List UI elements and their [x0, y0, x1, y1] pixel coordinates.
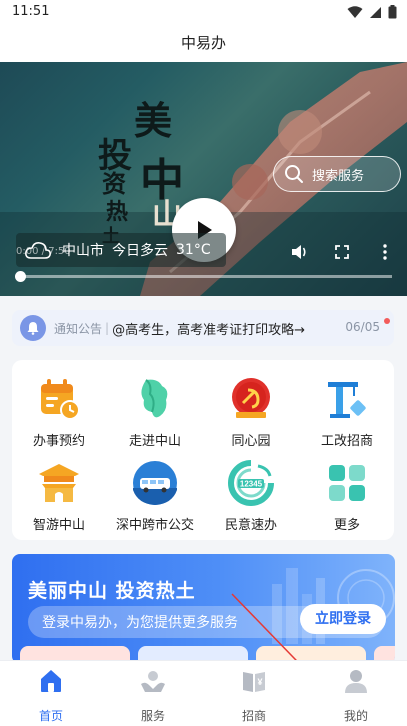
service-investment-reform[interactable]: 工改招商 — [302, 376, 392, 449]
service-label: 同心园 — [231, 434, 271, 449]
city-map-icon — [132, 376, 178, 422]
status-time: 11:51 — [12, 4, 50, 19]
video-time-total: 7:50 — [48, 246, 71, 257]
video-time-current: 0:00 — [16, 246, 39, 257]
wifi-icon — [347, 5, 363, 18]
home-icon — [41, 670, 61, 692]
service-hands-icon — [141, 671, 165, 692]
tab-profile[interactable]: 我的 — [316, 667, 396, 724]
signal-icon — [370, 6, 381, 18]
fullscreen-icon[interactable] — [335, 245, 349, 259]
tab-investment[interactable]: ¥ 招商 — [214, 667, 294, 724]
service-label: 智游中山 — [32, 518, 85, 533]
svg-text:12345: 12345 — [240, 480, 263, 489]
tab-label: 首页 — [38, 709, 63, 723]
service-label: 民意速办 — [224, 518, 277, 533]
more-vertical-icon[interactable] — [382, 244, 388, 260]
service-grid: 办事预约 走进中山 同心园 工改招商 智游中山 深中跨市公交 12345 民意速… — [12, 360, 394, 540]
notice-bar[interactable]: 通知公告 | @高考生，高考准考证打印攻略→ 06/05 — [12, 310, 394, 346]
banner-title: 美丽中山 投资热土 — [28, 580, 196, 602]
bottom-tab-bar: 首页 服务 ¥ 招商 我的 — [0, 660, 407, 726]
party-emblem-icon — [228, 376, 274, 422]
notice-date: 06/05 — [345, 320, 380, 334]
login-prompt-text: 登录中易办，为您提供更多服务 — [42, 615, 238, 631]
search-placeholder: 搜索服务 — [312, 168, 365, 184]
service-smart-tour[interactable]: 智游中山 — [14, 460, 104, 533]
notice-separator: | — [105, 321, 110, 335]
tab-services[interactable]: 服务 — [113, 667, 193, 724]
service-public-opinion[interactable]: 12345 民意速办 — [206, 460, 296, 533]
tab-home[interactable]: 首页 — [11, 667, 91, 724]
bell-icon — [20, 315, 46, 341]
search-button[interactable]: 搜索服务 — [273, 156, 401, 192]
user-icon — [345, 670, 367, 693]
svg-text:¥: ¥ — [257, 677, 262, 687]
service-label: 深中跨市公交 — [115, 518, 194, 533]
service-label: 更多 — [333, 518, 360, 533]
notice-label: 通知公告 — [54, 321, 103, 336]
service-more[interactable]: 更多 — [302, 460, 392, 533]
notice-message[interactable]: @高考生，高考准考证打印攻略→ — [112, 319, 305, 338]
weather-temperature: 31°C — [176, 242, 211, 258]
unread-dot — [384, 318, 390, 324]
status-bar: 11:51 — [0, 0, 407, 24]
video-progress-bar[interactable] — [15, 271, 392, 282]
service-label: 办事预约 — [32, 434, 85, 449]
tab-label: 服务 — [140, 709, 165, 723]
video-time: 0:00 / 7:50 — [16, 246, 71, 257]
title-bar: 中易办 — [0, 24, 407, 62]
service-label: 走进中山 — [128, 434, 181, 449]
login-button[interactable]: 立即登录 — [300, 604, 386, 634]
promo-banner[interactable]: 美丽中山 投资热土 登录中易办，为您提供更多服务 立即登录 — [12, 554, 395, 664]
video-player[interactable]: 投 美 资 热 中 山 土 搜索服务 中山市 今日多云 31°C 0:00 / … — [0, 62, 407, 296]
hotline-12345-icon: 12345 — [228, 460, 274, 506]
calendar-clock-icon — [36, 376, 82, 422]
crane-icon — [324, 376, 370, 422]
pagoda-icon — [36, 460, 82, 506]
weather-condition: 今日多云 — [112, 243, 168, 259]
video-progress-knob[interactable] — [15, 271, 26, 282]
page-title: 中易办 — [180, 34, 226, 52]
service-cross-city-bus[interactable]: 深中跨市公交 — [110, 460, 200, 533]
volume-icon[interactable] — [291, 244, 309, 260]
service-appointment[interactable]: 办事预约 — [14, 376, 104, 449]
service-label: 工改招商 — [320, 434, 373, 449]
search-icon — [285, 165, 303, 183]
status-icons — [347, 5, 397, 19]
tab-label: 我的 — [343, 709, 368, 723]
service-tongxinyuan[interactable]: 同心园 — [206, 376, 296, 449]
bus-icon — [132, 460, 178, 506]
more-grid-icon — [324, 460, 370, 506]
investment-book-icon: ¥ — [243, 672, 265, 692]
battery-icon — [388, 5, 397, 19]
tab-label: 招商 — [241, 709, 266, 723]
service-explore-zhongshan[interactable]: 走进中山 — [110, 376, 200, 449]
